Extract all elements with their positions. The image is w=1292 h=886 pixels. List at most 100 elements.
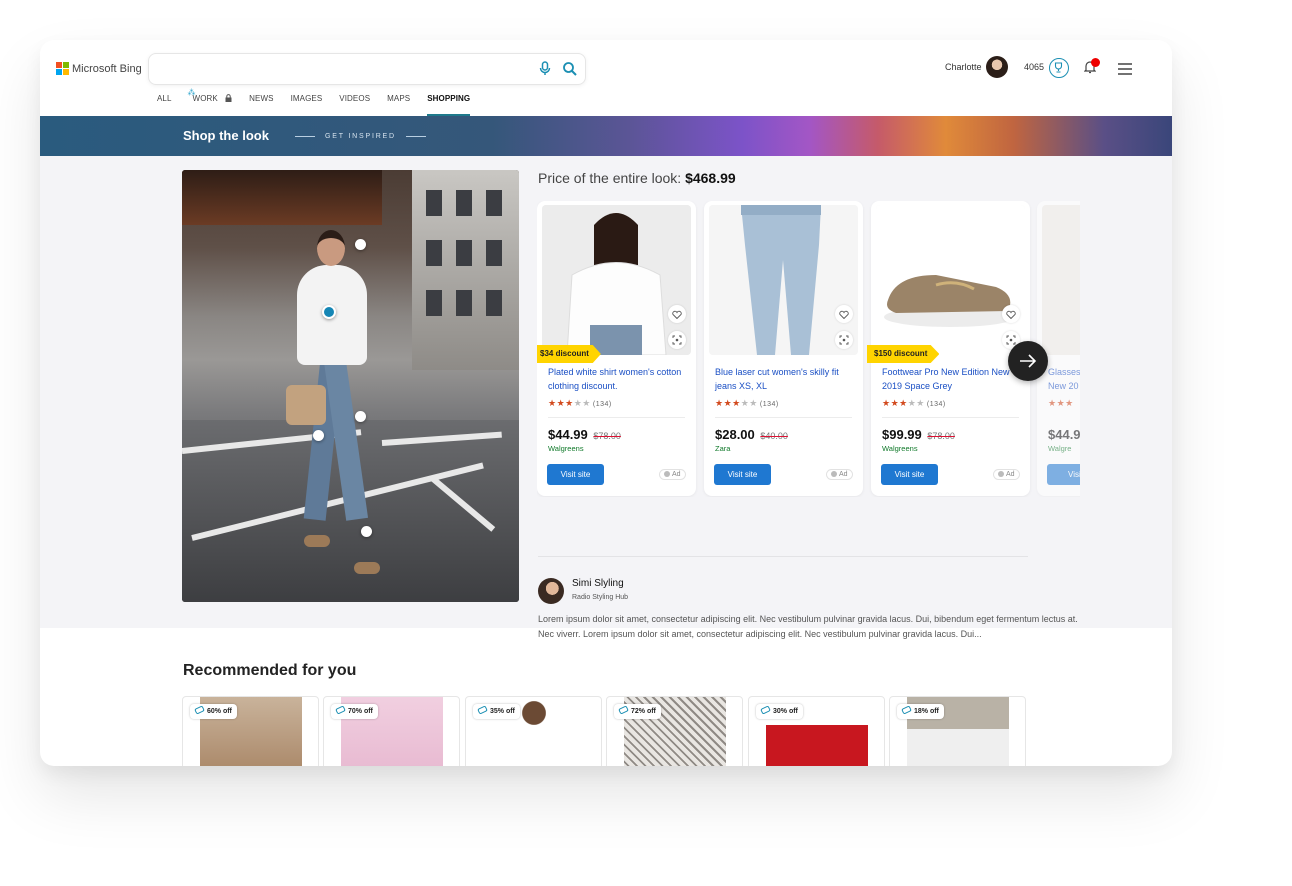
visit-site-button[interactable]: Visit site [714, 464, 771, 485]
microphone-icon[interactable] [539, 61, 551, 82]
product-title[interactable]: Glasses New 20 [1048, 365, 1080, 393]
visit-site-button[interactable]: Visit site [547, 464, 604, 485]
current-price: $44.99 [548, 427, 588, 442]
product-price: $99.99 $78.00 [882, 427, 955, 442]
hotspot-jeans[interactable] [355, 411, 366, 422]
discount-tag: 72% off [614, 704, 661, 719]
ad-label-text: Ad [1006, 471, 1015, 478]
visit-site-button[interactable]: Visit [1047, 464, 1080, 485]
recommended-item[interactable]: 70% off [323, 696, 460, 766]
store-name[interactable]: Walgreens [548, 444, 584, 453]
tab-videos[interactable]: VIDEOS [339, 94, 370, 116]
product-image-glasses[interactable] [1042, 205, 1080, 355]
look-description: Lorem ipsum dolor sit amet, consectetur … [538, 614, 1078, 639]
photo-shoe [304, 535, 330, 547]
discount-tag-text: 30% off [773, 708, 798, 715]
photo-shoe-right [354, 562, 380, 574]
discount-tag-text: 60% off [207, 708, 232, 715]
user-name[interactable]: Charlotte [945, 62, 982, 72]
store-name[interactable]: Zara [715, 444, 730, 453]
review-count: (134) [926, 401, 946, 408]
discount-tag: 60% off [190, 704, 237, 719]
card-divider [882, 417, 1019, 418]
current-price: $99.99 [882, 427, 922, 442]
product-image-shirt[interactable] [542, 205, 691, 355]
hotspot-shoes[interactable] [361, 526, 372, 537]
tab-maps[interactable]: MAPS [387, 94, 410, 116]
hotspot-bag[interactable] [313, 430, 324, 441]
favorite-heart-icon[interactable] [1002, 305, 1020, 323]
tab-work[interactable]: ⁂ WORK [188, 88, 233, 116]
review-count: (134) [759, 401, 779, 408]
favorite-heart-icon[interactable] [835, 305, 853, 323]
tab-work-label: WORK [192, 94, 218, 103]
photo-building [412, 170, 519, 370]
look-photo [182, 170, 519, 602]
product-price: $28.00 $40.00 [715, 427, 788, 442]
user-avatar[interactable] [986, 56, 1008, 78]
review-count: (134) [592, 401, 612, 408]
product-card[interactable]: Blue laser cut women's skilly fit jeans … [704, 201, 863, 496]
tag-icon [335, 705, 346, 715]
bing-logo[interactable]: Microsoft Bing [56, 62, 142, 75]
hotspot-glasses[interactable] [355, 239, 366, 250]
ad-label-text: Ad [672, 471, 681, 478]
store-name[interactable]: Walgreens [882, 444, 918, 453]
tag-icon [618, 705, 629, 715]
product-image-loafer[interactable] [876, 205, 1025, 355]
old-price: $40.00 [760, 431, 788, 441]
product-card[interactable]: $34 discount Plated white shirt women's … [537, 201, 696, 496]
product-carousel: $34 discount Plated white shirt women's … [537, 201, 1080, 497]
ad-info-icon [831, 471, 837, 477]
product-card[interactable]: $150 discount Foottwear Pro New Edition … [867, 201, 1030, 496]
ad-info-icon [998, 471, 1004, 477]
tab-shopping[interactable]: SHOPPING [427, 94, 471, 116]
discount-tag-text: 18% off [914, 708, 939, 715]
product-image-jeans[interactable] [709, 205, 858, 355]
recommended-item[interactable]: 60% off [182, 696, 319, 766]
recommended-item[interactable]: 18% off [889, 696, 1026, 766]
brand-name: Microsoft Bing [72, 62, 142, 75]
discount-tag-text: 70% off [348, 708, 373, 715]
tag-icon [901, 705, 912, 715]
notification-badge [1091, 58, 1100, 67]
stylist-avatar[interactable] [538, 578, 564, 604]
recommended-row: 60% off 70% off 35% off 72% off 30% off … [182, 696, 1172, 766]
search-input[interactable] [159, 60, 519, 78]
discount-badge: $34 discount [537, 345, 601, 363]
hamburger-menu-icon[interactable] [1118, 62, 1132, 80]
rewards-trophy-icon[interactable] [1049, 58, 1069, 78]
product-title[interactable]: Foottwear Pro New Edition New 2019 Space… [882, 365, 1022, 393]
favorite-heart-icon[interactable] [668, 305, 686, 323]
search-icon[interactable] [562, 61, 578, 82]
hotspot-shirt-active[interactable] [322, 305, 336, 319]
product-title[interactable]: Blue laser cut women's skilly fit jeans … [715, 365, 855, 393]
search-box [148, 53, 586, 85]
lock-icon [225, 94, 232, 104]
stylist-name[interactable]: Simi Slyling [572, 578, 624, 589]
discount-tag: 70% off [331, 704, 378, 719]
visual-search-icon[interactable] [835, 331, 853, 349]
visit-site-button[interactable]: Visit site [881, 464, 938, 485]
store-name[interactable]: Walgre [1048, 444, 1071, 453]
discount-tag: 35% off [473, 704, 520, 719]
discount-tag-text: 35% off [490, 708, 515, 715]
recommended-item[interactable]: 72% off [606, 696, 743, 766]
old-price: $78.00 [927, 431, 955, 441]
search-tabs: ALL ⁂ WORK NEWS IMAGES VIDEOS MAPS SHOPP… [157, 88, 487, 116]
tab-images[interactable]: IMAGES [291, 94, 323, 116]
tab-all[interactable]: ALL [157, 94, 172, 116]
banner-subtitle-text: GET INSPIRED [325, 133, 396, 140]
old-price: $78.00 [593, 431, 621, 441]
recommended-item[interactable]: 35% off [465, 696, 602, 766]
look-price: Price of the entire look: $468.99 [538, 170, 736, 186]
look-price-label: Price of the entire look: [538, 170, 682, 186]
rewards-points[interactable]: 4065 [1024, 62, 1044, 72]
product-title[interactable]: Plated white shirt women's cotton clothi… [548, 365, 688, 393]
discount-tag-text: 72% off [631, 708, 656, 715]
tab-news[interactable]: NEWS [249, 94, 273, 116]
carousel-next-arrow-icon[interactable] [1008, 341, 1048, 381]
recommended-item[interactable]: 30% off [748, 696, 885, 766]
visual-search-icon[interactable] [668, 331, 686, 349]
look-price-total: $468.99 [685, 170, 736, 186]
